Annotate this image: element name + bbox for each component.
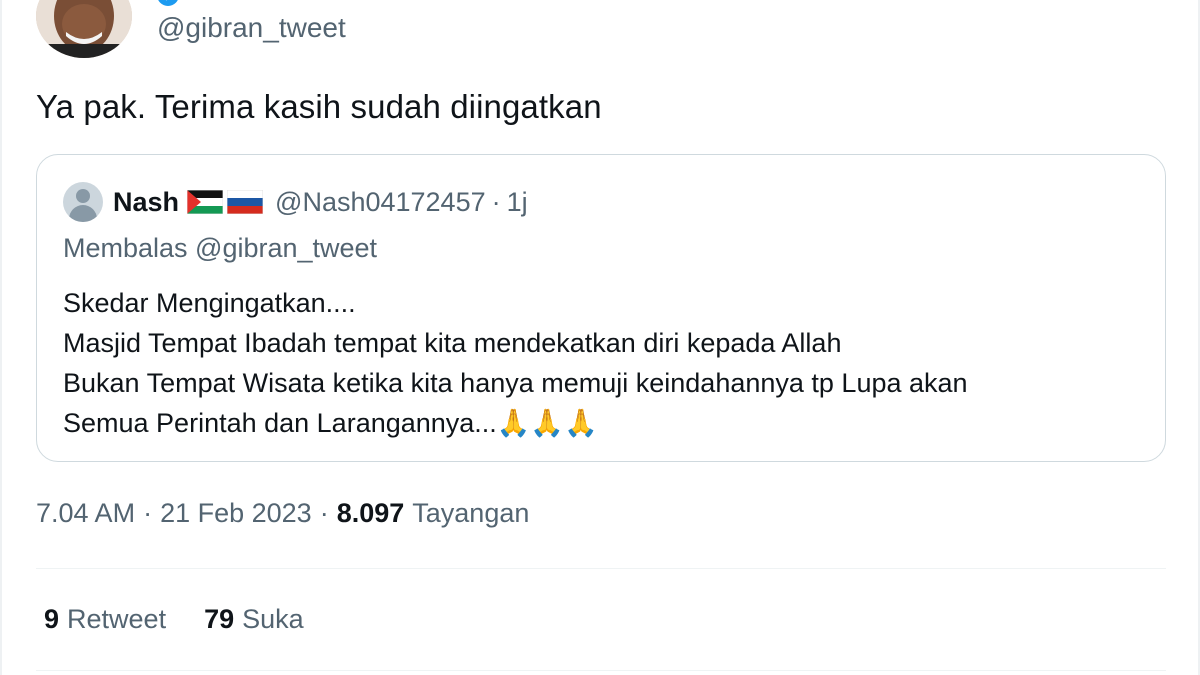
views-label: Tayangan [412,498,530,528]
quoted-text-line: Semua Perintah dan Larangannya...🙏🙏🙏 [63,408,598,438]
likes-stat[interactable]: 79 Suka [204,604,304,635]
avatar-photo-icon [36,0,132,58]
separator-dot: · [319,498,329,528]
engagement-stats: 9 Retweet 79 Suka [44,604,304,635]
quoted-author-name[interactable]: Nash [113,187,179,218]
retweets-count: 9 [44,604,60,634]
quoted-tweet-header: Nash @Nash04172457 · 1j [63,182,528,222]
quoted-author-handle[interactable]: @Nash04172457 [275,187,486,218]
author-handle[interactable]: @gibran_tweet [157,12,346,44]
separator-dot: · [143,498,153,528]
quoted-text-line: Skedar Mengingatkan.... [63,288,356,318]
quoted-tweet-card[interactable]: Nash @Nash04172457 · 1j Membalas @gibran… [36,154,1166,462]
divider [36,670,1166,671]
retweets-label: Retweet [67,604,167,634]
quoted-tweet-text: Skedar Mengingatkan.... Masjid Tempat Ib… [63,283,1143,443]
separator-dot: · [491,186,501,217]
retweets-stat[interactable]: 9 Retweet [44,604,166,635]
tweet-date[interactable]: 21 Feb 2023 [160,498,312,529]
tweet-meta: 7.04 AM · 21 Feb 2023 · 8.097 Tayangan [36,498,529,529]
likes-count: 79 [204,604,235,634]
likes-label: Suka [242,604,304,634]
palestine-flag-icon [187,190,224,214]
quoted-text-line: Bukan Tempat Wisata ketika kita hanya me… [63,368,968,398]
left-border [0,0,2,675]
replying-to-label: Membalas @gibran_tweet [63,233,378,263]
views-count: 8.097 [336,498,405,528]
author-name-row [156,0,180,10]
avatar[interactable] [36,0,132,58]
russia-flag-icon [227,190,264,214]
quoted-tweet-time[interactable]: 1j [507,187,528,218]
tweet-time[interactable]: 7.04 AM [36,498,135,529]
tweet-text: Ya pak. Terima kasih sudah diingatkan [36,88,602,125]
verified-badge-icon [158,0,178,6]
default-avatar-icon[interactable] [63,182,103,222]
quoted-text-line: Masjid Tempat Ibadah tempat kita mendeka… [63,328,842,358]
divider [36,568,1166,569]
